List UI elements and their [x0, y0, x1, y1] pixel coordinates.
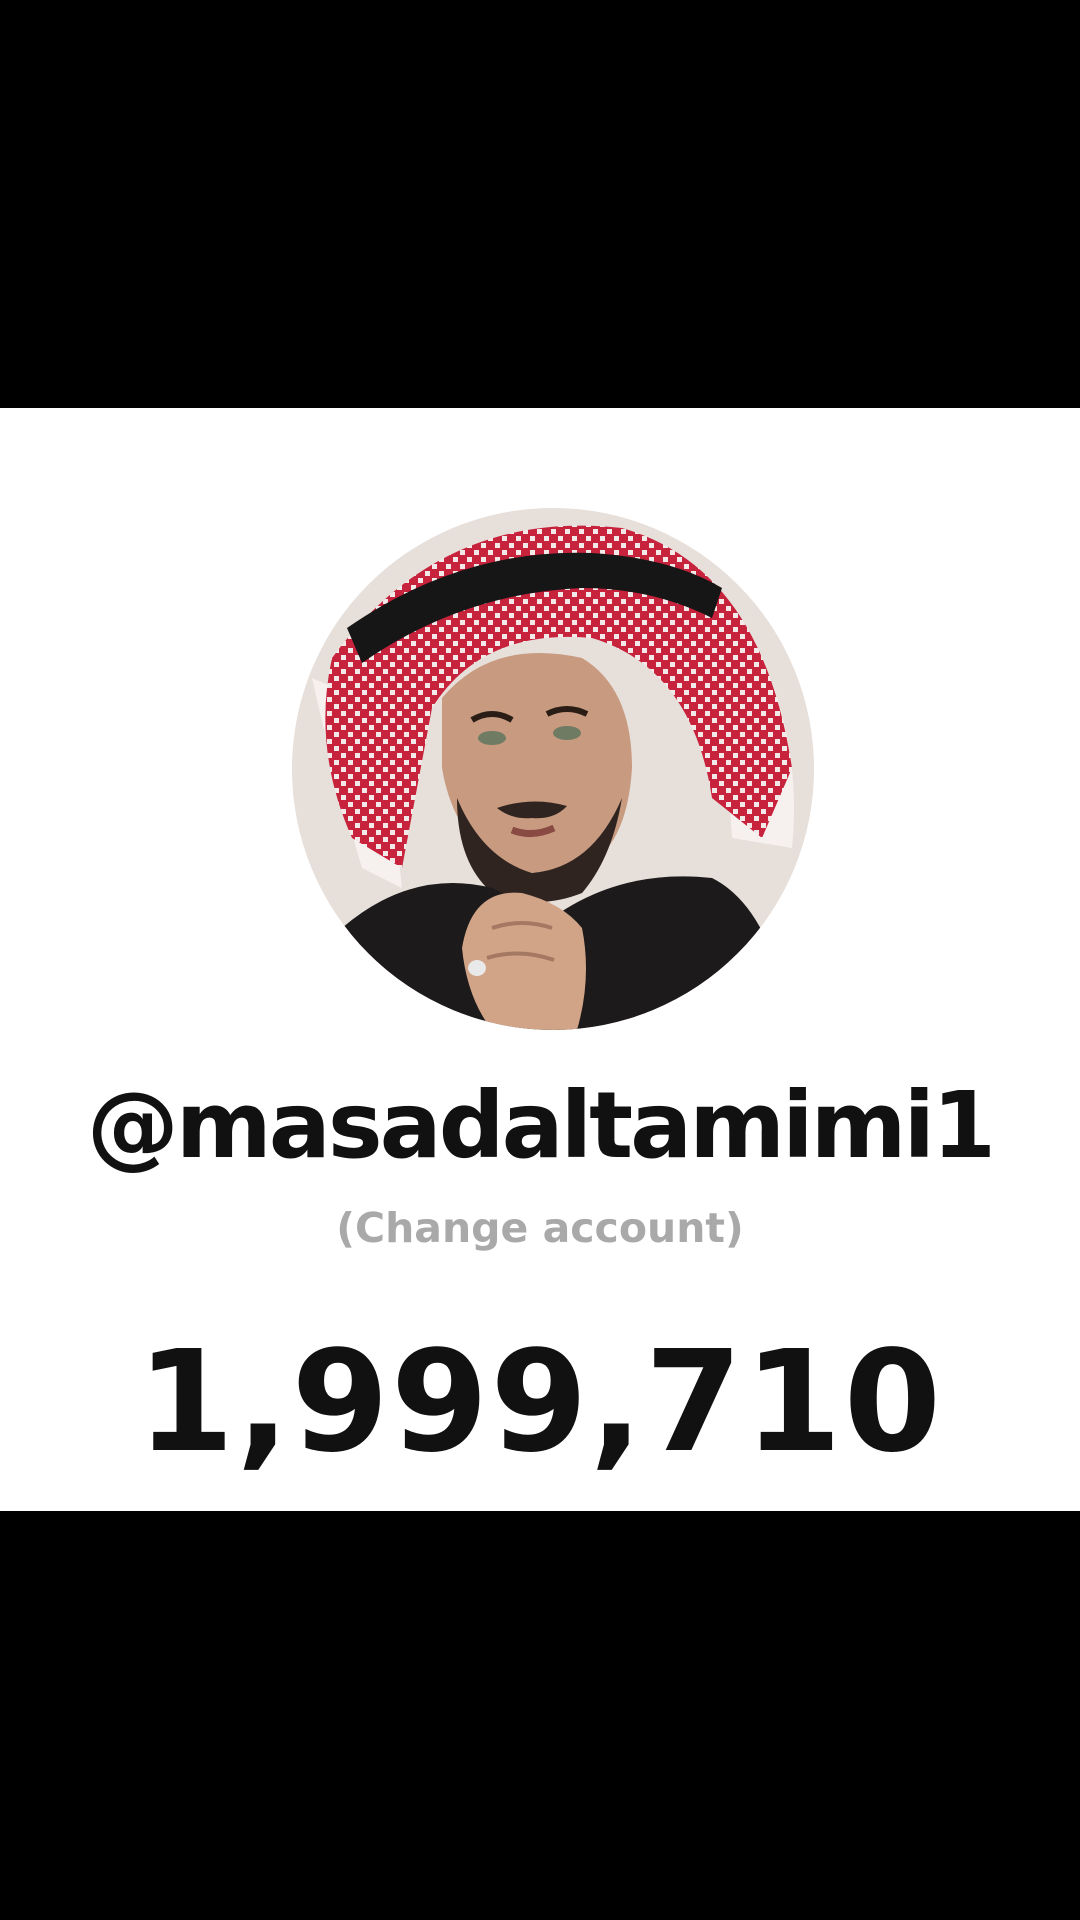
avatar-image	[292, 508, 814, 1030]
letterbox-top	[0, 0, 1080, 408]
follower-count: 1,999,710	[136, 1321, 944, 1484]
profile-avatar[interactable]	[292, 508, 814, 1030]
username: @masadaltamimi1	[86, 1072, 996, 1179]
letterbox-bottom	[0, 1511, 1080, 1920]
profile-panel: @masadaltamimi1 (Change account) 1,999,7…	[0, 408, 1080, 1511]
change-account-link[interactable]: (Change account)	[0, 1208, 1080, 1249]
